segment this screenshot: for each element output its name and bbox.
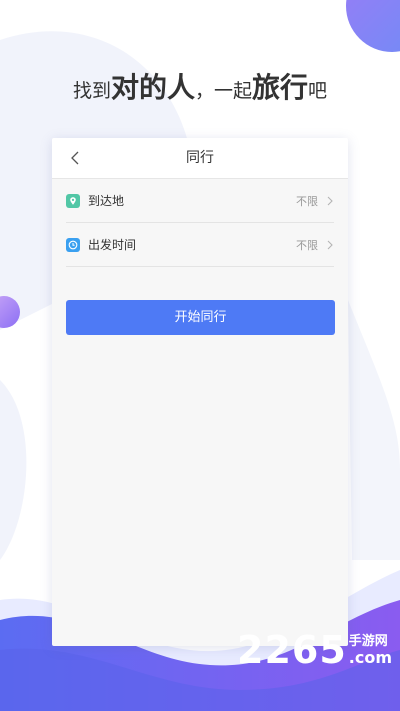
slogan-part1: 找到 — [72, 80, 111, 102]
slogan-part4: 旅行 — [252, 71, 309, 104]
slogan-part2: 对的人 — [110, 71, 195, 104]
watermark-site: 手游网 .com — [349, 634, 392, 667]
navigation-bar: 同行 — [52, 138, 348, 179]
watermark-number: 2265 — [237, 628, 347, 672]
row-departure-time-value: 不限 — [296, 238, 318, 252]
watermark: 2265 手游网 .com — [237, 628, 392, 672]
slogan-part5: 吧 — [308, 80, 328, 102]
location-pin-icon — [66, 193, 80, 208]
phone-screen-card: 同行 到达地 不限 出发时间 不限 开始同行 — [52, 138, 348, 646]
row-destination[interactable]: 到达地 不限 — [66, 179, 334, 223]
watermark-site-en: .com — [348, 648, 392, 667]
row-destination-label: 到达地 — [88, 194, 125, 208]
row-departure-time-label: 出发时间 — [88, 238, 137, 252]
chevron-right-icon — [326, 240, 334, 250]
slogan: 找到对的人，一起旅行吧 — [0, 66, 400, 106]
page-title: 同行 — [186, 150, 214, 166]
watermark-site-cn: 手游网 — [348, 634, 388, 649]
slogan-part3: ，一起 — [194, 80, 252, 102]
row-destination-value: 不限 — [296, 194, 318, 208]
clock-icon — [66, 237, 80, 252]
row-departure-time[interactable]: 出发时间 不限 — [66, 223, 334, 267]
chevron-right-icon — [326, 196, 334, 206]
filter-list: 到达地 不限 出发时间 不限 — [52, 179, 348, 267]
start-travel-button[interactable]: 开始同行 — [66, 300, 335, 335]
